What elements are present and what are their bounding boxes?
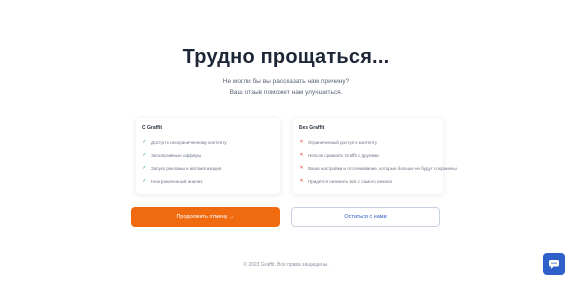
- subtitle-line-1: Не могли бы вы рассказать нам причину?: [222, 78, 350, 85]
- cross-icon: ✕: [299, 138, 304, 145]
- check-icon: ✓: [142, 138, 147, 145]
- loss-item: ✕ Придется начинать всё с самого начала: [299, 177, 392, 185]
- loss-text: Ограниченный доступ к контенту: [308, 139, 377, 145]
- loss-item: ✕ Нельзя сравнить Graffit с другими: [299, 151, 379, 159]
- loss-item: ✕ Ваши настройки и отслеживание, которые…: [299, 164, 457, 172]
- stay-button[interactable]: Остаться с нами: [291, 207, 440, 227]
- benefit-text: Запуск рекламы и автоматизация: [151, 165, 222, 171]
- check-icon: ✓: [142, 151, 147, 158]
- check-icon: ✓: [142, 177, 147, 184]
- cross-icon: ✕: [299, 164, 304, 171]
- loss-item: ✕ Ограниченный доступ к контенту: [299, 138, 377, 146]
- loss-text: Ваши настройки и отслеживание, которые б…: [308, 165, 457, 171]
- cross-icon: ✕: [299, 177, 304, 184]
- benefit-item: ✓ Эксклюзивные офферы: [142, 151, 201, 159]
- losses-card: Без Graffit ✕ Ограниченный доступ к конт…: [293, 118, 457, 194]
- footer-copyright: © 2023 Graffit. Все права защищены.: [243, 262, 329, 268]
- benefit-item: ✓ Неограниченный анализ: [142, 177, 202, 185]
- benefits-list: ✓ Доступ к неограниченному контенту ✓ Эк…: [136, 118, 280, 194]
- losses-heading: Без Graffit: [299, 125, 325, 131]
- benefit-text: Неограниченный анализ: [151, 178, 203, 184]
- benefit-item: ✓ Запуск рекламы и автоматизация: [142, 164, 221, 172]
- benefit-text: Эксклюзивные офферы: [151, 152, 202, 158]
- loss-text: Нельзя сравнить Graffit с другими: [308, 152, 379, 158]
- loss-text: Придется начинать всё с самого начала: [308, 178, 392, 184]
- cross-icon: ✕: [299, 151, 304, 158]
- check-icon: ✓: [142, 164, 147, 171]
- subtitle-line-2: Ваш отзыв поможет нам улучшиться.: [229, 89, 343, 96]
- chat-button[interactable]: [543, 253, 565, 275]
- benefit-item: ✓ Доступ к неограниченному контенту: [142, 138, 227, 146]
- chat-icon: [549, 260, 559, 269]
- page-title: Трудно прощаться...: [182, 46, 390, 68]
- continue-cancel-button[interactable]: Продолжить отмену →: [131, 207, 280, 227]
- benefit-text: Доступ к неограниченному контенту: [151, 139, 227, 145]
